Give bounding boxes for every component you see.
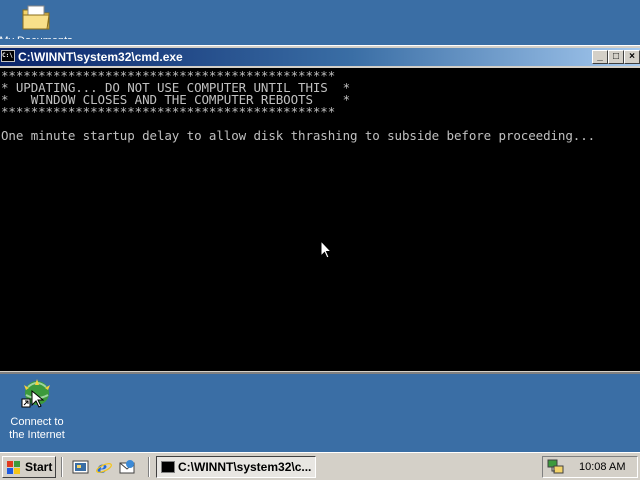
close-icon: × (629, 51, 635, 62)
desktop-icon-my-documents[interactable]: My Documents (0, 2, 76, 39)
maximize-button[interactable]: □ (608, 50, 624, 64)
folder-icon (22, 5, 50, 30)
minimize-button[interactable]: _ (592, 50, 608, 64)
taskbar-separator (148, 457, 150, 477)
window-titlebar[interactable]: C:\ C:\WINNT\system32\cmd.exe _ □ × (0, 48, 640, 66)
clock[interactable]: 10:08 AM (579, 461, 625, 473)
cmd-window[interactable]: C:\ C:\WINNT\system32\cmd.exe _ □ × ****… (0, 45, 640, 374)
taskbar: Start e C:\WINNT\system32\c... 10:08 AM (0, 452, 640, 480)
console-line: ****************************************… (1, 104, 336, 119)
cmd-icon: C:\ (1, 50, 15, 62)
windows-logo-icon (7, 461, 20, 474)
desktop-icon-label: My Documents (0, 31, 76, 39)
window-title: C:\WINNT\system32\cmd.exe (18, 50, 183, 64)
outlook-express-icon[interactable] (118, 458, 136, 476)
maximize-icon: □ (612, 51, 620, 62)
mouse-pointer-icon (320, 240, 332, 259)
minimize-icon: _ (597, 51, 603, 62)
show-desktop-icon[interactable] (72, 458, 90, 476)
system-tray: 10:08 AM (542, 456, 638, 478)
start-button[interactable]: Start (2, 456, 56, 478)
desktop-icon-label-line2: the Internet (9, 429, 65, 441)
taskbar-separator (61, 457, 63, 477)
taskbar-button-cmd[interactable]: C:\WINNT\system32\c... (156, 456, 316, 478)
cmd-icon (161, 461, 175, 473)
console-output[interactable]: ****************************************… (0, 68, 640, 371)
internet-explorer-icon[interactable]: e (95, 458, 113, 476)
start-label: Start (25, 460, 53, 474)
connect-wizard-icon (21, 379, 50, 408)
console-line: One minute startup delay to allow disk t… (1, 128, 596, 143)
desktop-icon-connect-to-internet[interactable]: Connect to the Internet (0, 377, 77, 442)
close-button[interactable]: × (624, 50, 640, 64)
desktop-icon-label-line1: Connect to (10, 416, 64, 428)
svg-text:e: e (97, 458, 107, 476)
taskbar-button-label: C:\WINNT\system32\c... (178, 460, 312, 474)
network-icon[interactable] (547, 459, 565, 475)
